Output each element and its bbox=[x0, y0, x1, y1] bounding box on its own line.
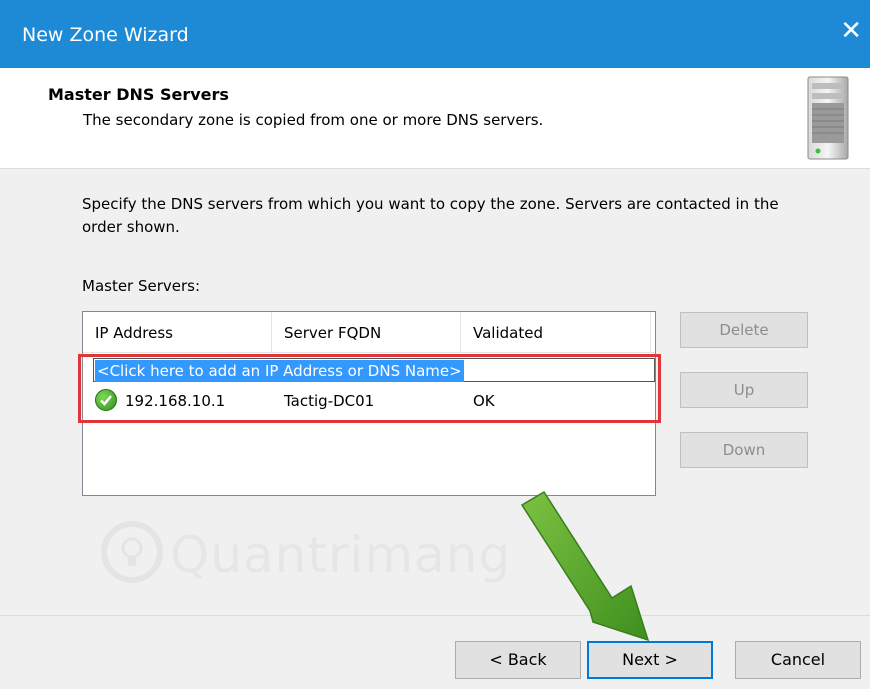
wizard-header: Master DNS Servers The secondary zone is… bbox=[0, 68, 870, 169]
column-server-fqdn[interactable]: Server FQDN bbox=[272, 312, 461, 352]
row-ip-address: 192.168.10.1 bbox=[125, 392, 226, 410]
instructions-text: Specify the DNS servers from which you w… bbox=[82, 195, 779, 236]
column-ip-address[interactable]: IP Address bbox=[83, 312, 272, 352]
table-row[interactable]: 192.168.10.1 Tactig-DC01 OK bbox=[83, 388, 655, 416]
check-circle-icon bbox=[95, 389, 117, 411]
row-server-fqdn: Tactig-DC01 bbox=[284, 392, 375, 410]
footer-divider bbox=[0, 615, 870, 616]
close-button[interactable]: ✕ bbox=[840, 18, 862, 44]
title-bar: New Zone Wizard ✕ bbox=[0, 0, 870, 68]
delete-button[interactable]: Delete bbox=[680, 312, 808, 348]
list-header: IP Address Server FQDN Validated bbox=[83, 312, 655, 353]
column-validated[interactable]: Validated bbox=[461, 312, 651, 352]
page-title: Master DNS Servers bbox=[48, 85, 229, 104]
add-server-prompt[interactable]: <Click here to add an IP Address or DNS … bbox=[95, 360, 464, 382]
watermark: Quantrimang bbox=[100, 520, 510, 590]
back-button[interactable]: < Back bbox=[455, 641, 581, 679]
down-button[interactable]: Down bbox=[680, 432, 808, 468]
master-servers-list[interactable]: IP Address Server FQDN Validated <Click … bbox=[82, 311, 656, 496]
next-button[interactable]: Next > bbox=[587, 641, 713, 679]
server-tower-icon bbox=[807, 76, 849, 160]
up-button[interactable]: Up bbox=[680, 372, 808, 408]
watermark-text: Quantrimang bbox=[170, 526, 512, 584]
cancel-button[interactable]: Cancel bbox=[735, 641, 861, 679]
window-title: New Zone Wizard bbox=[22, 24, 189, 46]
lightbulb-logo-icon bbox=[101, 521, 163, 583]
master-servers-label: Master Servers: bbox=[82, 277, 201, 295]
page-subtitle: The secondary zone is copied from one or… bbox=[83, 111, 544, 129]
row-validated: OK bbox=[473, 392, 495, 410]
